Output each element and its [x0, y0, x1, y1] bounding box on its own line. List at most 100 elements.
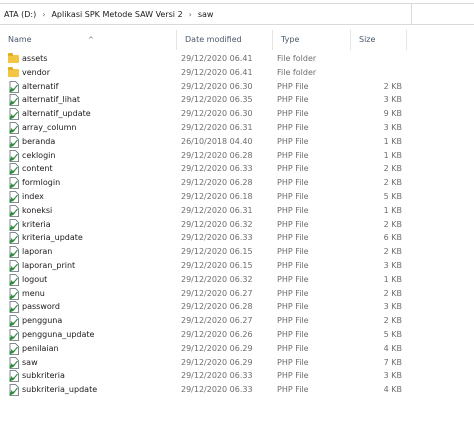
column-header-date-modified[interactable]: Date modified: [176, 30, 272, 50]
file-size: 9 KB: [383, 109, 402, 119]
file-row[interactable]: saw 29/12/2020 06.29 PHP File 7 KB: [0, 356, 410, 370]
file-size: [350, 52, 402, 66]
file-date-modified: 29/12/2020 06.33: [181, 164, 253, 174]
file-size: 3 KB: [383, 122, 402, 132]
file-type: PHP File: [277, 316, 309, 326]
file-name: content: [22, 164, 53, 174]
file-date-modified: 29/12/2020 06.28: [181, 150, 253, 160]
file-type: File folder: [277, 54, 317, 63]
file-row[interactable]: ceklogin 29/12/2020 06.28 PHP File 1 KB: [0, 149, 410, 163]
php-file-icon: [9, 301, 19, 314]
file-row[interactable]: laporan_print 29/12/2020 06.15 PHP File …: [0, 259, 410, 273]
file-row[interactable]: content 29/12/2020 06.33 PHP File 2 KB: [0, 162, 410, 176]
file-date-modified: 26/10/2018 04.40: [181, 136, 253, 146]
php-file-icon: [9, 246, 19, 259]
file-type: PHP File: [277, 302, 309, 312]
file-type: PHP File: [277, 371, 309, 381]
file-type: PHP File: [277, 260, 309, 270]
breadcrumb-drive[interactable]: ATA (D:): [2, 10, 38, 19]
folder-icon: [8, 66, 19, 77]
php-file-icon: [9, 149, 19, 162]
file-row[interactable]: kriteria 29/12/2020 06.32 PHP File 2 KB: [0, 218, 410, 232]
file-row[interactable]: penilaian 29/12/2020 06.29 PHP File 4 KB: [0, 342, 410, 356]
file-icon-cell: [8, 218, 20, 232]
file-type: PHP File: [277, 95, 309, 105]
file-row[interactable]: password 29/12/2020 06.28 PHP File 3 KB: [0, 300, 410, 314]
file-type: PHP File: [277, 136, 309, 146]
file-name: formlogin: [22, 178, 61, 188]
file-date-modified: 29/12/2020 06.26: [181, 329, 253, 339]
file-icon-cell: [8, 107, 20, 121]
file-date-modified: 29/12/2020 06.15: [181, 260, 253, 270]
file-name: pengguna_update: [22, 329, 95, 339]
file-type: PHP File: [277, 164, 309, 174]
sort-ascending-icon: ^: [88, 36, 94, 44]
file-row[interactable]: alternatif_lihat 29/12/2020 06.35 PHP Fi…: [0, 93, 410, 107]
file-name: vendor: [22, 67, 50, 77]
php-file-icon: [9, 260, 19, 272]
file-date-modified: 29/12/2020 06.28: [181, 178, 253, 188]
breadcrumb-current-folder[interactable]: saw: [196, 10, 216, 19]
chevron-right-icon[interactable]: ›: [185, 10, 196, 19]
file-icon-cell: [8, 121, 20, 135]
file-size: 4 KB: [383, 385, 402, 395]
php-file-icon: [9, 108, 19, 121]
file-row[interactable]: laporan 29/12/2020 06.15 PHP File 2 KB: [0, 245, 410, 259]
file-list: assets 29/12/2020 06.41 File folder vend…: [0, 52, 474, 397]
file-icon-cell: [8, 328, 20, 342]
file-icon-cell: [8, 383, 20, 397]
file-date-modified: 29/12/2020 06.33: [181, 371, 253, 381]
file-row[interactable]: subkriteria_update 29/12/2020 06.33 PHP …: [0, 383, 410, 397]
file-icon-cell: [8, 356, 20, 370]
file-icon-cell: [8, 80, 20, 94]
php-file-icon: [9, 384, 19, 397]
column-header-size[interactable]: Size: [350, 30, 406, 50]
file-name: kriteria: [22, 219, 51, 229]
file-type: PHP File: [277, 385, 309, 395]
file-name: menu: [22, 288, 45, 298]
file-type: PHP File: [277, 219, 309, 229]
file-row[interactable]: pengguna 29/12/2020 06.27 PHP File 2 KB: [0, 314, 410, 328]
file-size: 2 KB: [383, 247, 402, 257]
php-file-icon: [9, 287, 19, 300]
file-icon-cell: [8, 190, 20, 204]
file-size: 1 KB: [383, 274, 402, 284]
file-size: 6 KB: [383, 233, 402, 243]
file-row[interactable]: logout 29/12/2020 06.32 PHP File 1 KB: [0, 273, 410, 287]
column-header-name[interactable]: Name ^: [0, 30, 176, 50]
file-row[interactable]: vendor 29/12/2020 06.41 File folder: [0, 66, 410, 80]
column-header-type[interactable]: Type: [272, 30, 350, 50]
file-type: PHP File: [277, 357, 309, 367]
file-size: 3 KB: [383, 302, 402, 312]
file-type: PHP File: [277, 191, 309, 201]
address-bar-end: [412, 3, 474, 25]
file-row[interactable]: array_column 29/12/2020 06.31 PHP File 3…: [0, 121, 410, 135]
file-icon-cell: [8, 259, 20, 273]
file-row[interactable]: menu 29/12/2020 06.27 PHP File 2 KB: [0, 287, 410, 301]
file-name: pengguna: [22, 316, 63, 326]
file-icon-cell: [8, 342, 20, 356]
file-icon-cell: [8, 300, 20, 314]
file-name: koneksi: [22, 205, 53, 215]
chevron-right-icon[interactable]: ›: [38, 10, 49, 19]
address-bar[interactable]: ATA (D:) › Aplikasi SPK Metode SAW Versi…: [0, 3, 412, 25]
file-row[interactable]: kriteria_update 29/12/2020 06.33 PHP Fil…: [0, 231, 410, 245]
file-date-modified: 29/12/2020 06.35: [181, 95, 253, 105]
file-row[interactable]: pengguna_update 29/12/2020 06.26 PHP Fil…: [0, 328, 410, 342]
file-row[interactable]: index 29/12/2020 06.18 PHP File 5 KB: [0, 190, 410, 204]
file-row[interactable]: formlogin 29/12/2020 06.28 PHP File 2 KB: [0, 176, 410, 190]
php-file-icon: [9, 356, 19, 369]
file-type: PHP File: [277, 205, 309, 215]
php-file-icon: [9, 342, 19, 355]
file-row[interactable]: assets 29/12/2020 06.41 File folder: [0, 52, 410, 66]
file-row[interactable]: alternatif 29/12/2020 06.30 PHP File 2 K…: [0, 80, 410, 94]
php-file-icon: [9, 315, 19, 328]
file-row[interactable]: koneksi 29/12/2020 06.31 PHP File 1 KB: [0, 204, 410, 218]
php-file-icon: [9, 218, 19, 231]
file-type: File folder: [277, 67, 317, 77]
file-size: 3 KB: [383, 371, 402, 381]
file-row[interactable]: subkriteria 29/12/2020 06.33 PHP File 3 …: [0, 369, 410, 383]
file-row[interactable]: alternatif_update 29/12/2020 06.30 PHP F…: [0, 107, 410, 121]
breadcrumb-project-folder[interactable]: Aplikasi SPK Metode SAW Versi 2: [49, 10, 184, 19]
file-row[interactable]: beranda 26/10/2018 04.40 PHP File 1 KB: [0, 135, 410, 149]
